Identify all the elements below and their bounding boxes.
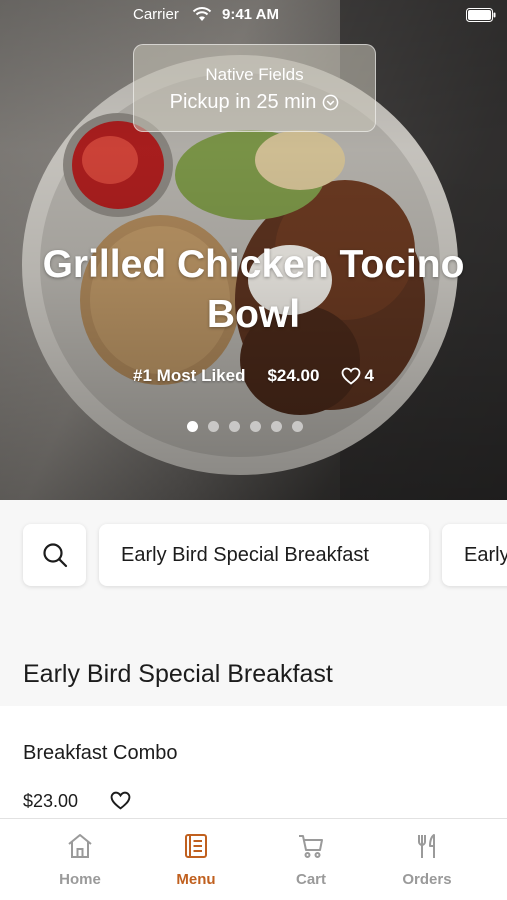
chevron-down-circle-icon	[323, 94, 339, 111]
tab-home[interactable]: Home	[20, 819, 140, 900]
menu-item-price: $23.00	[23, 791, 79, 811]
menu-item[interactable]: Breakfast Combo $23.00	[0, 706, 507, 818]
pickup-selector[interactable]: Native Fields Pickup in 25 min	[133, 44, 376, 132]
hero-banner[interactable]: Carrier 9:41 AM Native Fields Pickup in …	[0, 0, 507, 500]
featured-item-meta: #1 Most Liked $24.00 4	[0, 366, 507, 386]
section-title: Early Bird Special Breakfast	[23, 660, 333, 688]
pickup-time: Pickup in 25 min	[169, 91, 317, 113]
featured-tag: #1 Most Liked	[133, 366, 246, 385]
store-name: Native Fields	[205, 65, 304, 84]
carrier-label: Carrier	[133, 6, 179, 23]
home-icon	[68, 834, 92, 858]
carousel-indicator[interactable]	[187, 421, 313, 432]
heart-icon[interactable]	[341, 367, 361, 385]
battery-icon	[466, 8, 496, 22]
tab-menu[interactable]: Menu	[136, 819, 256, 900]
category-strip[interactable]: Early Bird Special Breakfast Early Bird …	[0, 500, 507, 630]
tab-label: Home	[59, 871, 101, 888]
carousel-dot[interactable]	[229, 421, 240, 432]
tab-label: Orders	[402, 871, 452, 888]
clock: 9:41 AM	[222, 6, 279, 23]
cart-icon	[299, 835, 323, 858]
carousel-dot[interactable]	[208, 421, 219, 432]
tab-label: Menu	[176, 871, 216, 888]
category-chip[interactable]: Early Bird Special Breakfast	[442, 524, 507, 586]
search-button[interactable]	[23, 524, 86, 586]
carousel-dot[interactable]	[187, 421, 198, 432]
heart-icon[interactable]	[110, 791, 131, 810]
menu-book-icon	[185, 834, 207, 858]
featured-likes: 4	[364, 366, 374, 385]
carousel-dot[interactable]	[292, 421, 303, 432]
wifi-icon	[192, 7, 212, 21]
search-icon	[42, 543, 67, 568]
carousel-dot[interactable]	[271, 421, 282, 432]
tab-bar: Home Menu Cart Orders	[0, 818, 507, 900]
tab-cart[interactable]: Cart	[251, 819, 371, 900]
status-bar: Carrier 9:41 AM	[0, 0, 507, 30]
featured-item-title: Grilled Chicken Tocino Bowl	[42, 243, 465, 336]
carousel-dot[interactable]	[250, 421, 261, 432]
menu-item-name: Breakfast Combo	[23, 742, 178, 764]
featured-price: $24.00	[267, 366, 320, 385]
fork-knife-icon	[418, 834, 435, 858]
tab-orders[interactable]: Orders	[367, 819, 487, 900]
category-chip[interactable]: Early Bird Special Breakfast	[99, 524, 429, 586]
tab-label: Cart	[295, 871, 326, 888]
